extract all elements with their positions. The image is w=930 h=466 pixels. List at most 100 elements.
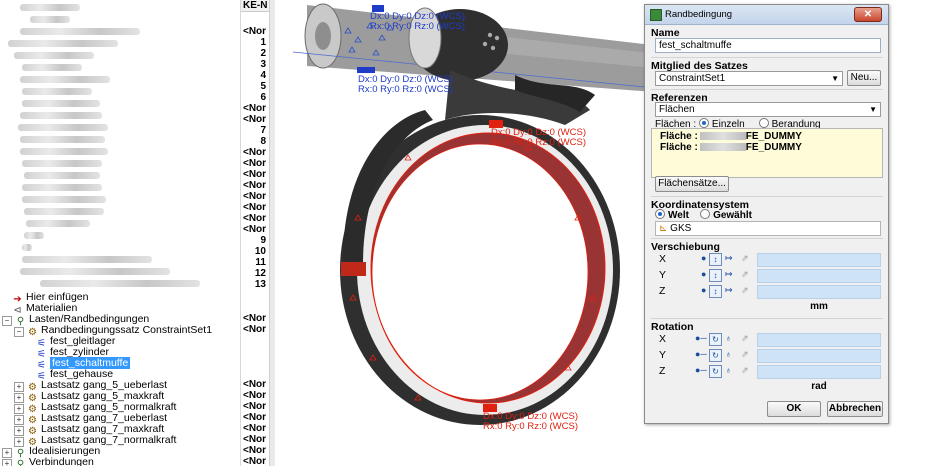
- translation-value-field[interactable]: [757, 269, 881, 283]
- column-cell: <Nor: [243, 434, 267, 445]
- translation-axis-label: Z: [659, 285, 666, 297]
- name-field[interactable]: fest_schaltmuffe: [655, 38, 881, 53]
- rotation-mode-indicator-icon: ●─: [695, 333, 707, 343]
- rotation-value-field[interactable]: [757, 349, 881, 363]
- constraint-label: Dx:0 Dy:0 Dz:0 (WCS) Rx:0 Ry:0 Rz:0 (WCS…: [358, 74, 454, 95]
- column-cell: 7: [260, 125, 266, 136]
- rotation-fixed-button[interactable]: ↻: [709, 333, 722, 346]
- constraint-label: Dx:0 Dy:0 Dz:0 (WCS) Rx:0 Ry:0 Rz:0 (WCS…: [483, 411, 579, 432]
- column-cell: <Nor: [243, 379, 267, 390]
- column-cell: 1: [260, 37, 266, 48]
- model-tree[interactable]: ➔ Hier einfügen ⊲ Materialien − ⚲ Lasten/Ran…: [0, 0, 240, 466]
- translation-prescribed-icon[interactable]: ⇗: [741, 269, 749, 280]
- collapse-icon[interactable]: −: [2, 316, 12, 326]
- constraint-set-select[interactable]: ConstraintSet1 ▼: [655, 71, 843, 86]
- translation-value-field[interactable]: [757, 253, 881, 267]
- rotation-axis-label: X: [659, 333, 667, 345]
- coord-system-field[interactable]: ⊾ GKS: [655, 221, 881, 236]
- translation-mode-indicator-icon: ●: [701, 253, 707, 263]
- collapse-icon[interactable]: −: [14, 327, 24, 337]
- feature-number-column: KE-N <Nor 1 2 3 4 5 6 <Nor <Nor 7 8 <Nor <Nor <Nor <No…: [240, 0, 271, 466]
- coord-mode-row: Welt Gewählt: [655, 209, 752, 221]
- dialog-titlebar[interactable]: Randbedingung ✕: [645, 5, 888, 25]
- column-cell: <Nor: [243, 423, 267, 434]
- expand-icon[interactable]: +: [2, 459, 12, 466]
- translation-unit: mm: [810, 301, 828, 312]
- translation-prescribed-icon[interactable]: ⇗: [741, 285, 749, 296]
- column-cell: <Nor: [243, 202, 267, 213]
- column-cell: <Nor: [243, 412, 267, 423]
- constraint-label: Dx:0 Dy:0 Dz:0 (WCS) Rx:0 Ry:0 Rz:0 (WCS…: [370, 11, 466, 32]
- column-cell: 11: [255, 257, 266, 268]
- cancel-button[interactable]: Abbrechen: [827, 401, 883, 417]
- radio-selected[interactable]: [700, 209, 711, 219]
- new-set-button[interactable]: Neu...: [847, 70, 881, 86]
- column-cell: <Nor: [243, 445, 267, 456]
- rotation-free-icon[interactable]: ♁: [725, 349, 732, 359]
- constraint-label: Dx:0 Dy:0 Dz:0 (WCS) Rx:0 Ry:0 Rz:0 (WCS…: [491, 127, 587, 148]
- rotation-value-field[interactable]: [757, 333, 881, 347]
- dialog-title: Randbedingung: [665, 9, 733, 20]
- face-list-item[interactable]: Fläche : FE_DUMMY: [660, 131, 802, 142]
- rotation-prescribed-icon[interactable]: ⇗: [741, 333, 749, 344]
- column-cell: 4: [260, 70, 266, 81]
- name-section-label: Name: [651, 27, 680, 39]
- column-cell: 13: [254, 279, 266, 290]
- rotation-prescribed-icon[interactable]: ⇗: [741, 349, 749, 360]
- translation-fixed-button[interactable]: ↕: [709, 269, 722, 282]
- rotation-axis-label: Z: [659, 365, 666, 377]
- translation-fixed-button[interactable]: ↕: [709, 253, 722, 266]
- translation-prescribed-icon[interactable]: ⇗: [741, 253, 749, 264]
- rotation-mode-indicator-icon: ●─: [695, 365, 707, 375]
- constraint-marker: [357, 67, 375, 73]
- rotation-free-icon[interactable]: ♁: [725, 333, 732, 343]
- radio-world[interactable]: [655, 209, 665, 219]
- translation-section-label: Verschiebung: [651, 238, 883, 253]
- face-list[interactable]: Fläche : FE_DUMMY Fläche : FE_DUMMY: [651, 128, 883, 178]
- column-cell: 8: [260, 136, 266, 147]
- ring-cut-face: [341, 262, 366, 276]
- rotation-fixed-button[interactable]: ↻: [709, 365, 722, 378]
- column-cell: <Nor: [243, 169, 267, 180]
- column-cell: <Nor: [243, 390, 267, 401]
- shaft-end-hole: [315, 22, 331, 50]
- tree-item-label: Verbindungen: [29, 456, 94, 466]
- column-cell: <Nor: [243, 158, 267, 169]
- close-button[interactable]: ✕: [854, 7, 882, 22]
- column-cell: <Nor: [243, 26, 267, 37]
- ok-button[interactable]: OK: [767, 401, 821, 417]
- column-cell: 12: [254, 268, 266, 279]
- radio-boundary[interactable]: [758, 118, 769, 128]
- face-sets-button[interactable]: Flächensätze...: [655, 176, 729, 192]
- column-cell: <Nor: [243, 213, 267, 224]
- column-cell: 3: [260, 59, 266, 70]
- tree-item-connections[interactable]: + ⚲ Verbindungen: [2, 456, 94, 466]
- references-select[interactable]: Flächen ▼: [655, 102, 881, 117]
- connection-icon: ⚲: [16, 459, 25, 466]
- rotation-fixed-button[interactable]: ↻: [709, 349, 722, 362]
- translation-value-field[interactable]: [757, 285, 881, 299]
- chevron-down-icon: ▼: [869, 105, 877, 114]
- translation-fixed-button[interactable]: ↕: [709, 285, 722, 298]
- translation-free-icon[interactable]: ↦: [725, 269, 733, 280]
- rotation-free-icon[interactable]: ♁: [725, 365, 732, 375]
- column-cell: 5: [260, 81, 266, 92]
- column-cell: 2: [260, 48, 266, 59]
- column-cell: <Nor: [243, 147, 267, 158]
- column-cell: <Nor: [243, 401, 267, 412]
- translation-free-icon[interactable]: ↦: [725, 253, 733, 264]
- rotation-prescribed-icon[interactable]: ⇗: [741, 365, 749, 376]
- column-cell: <Nor: [243, 313, 267, 324]
- constraint-dialog: Randbedingung ✕ Name fest_schaltmuffe Mi…: [644, 4, 889, 424]
- translation-mode-indicator-icon: ●: [701, 285, 707, 295]
- coord-system-icon: ⊾: [659, 223, 668, 234]
- radio-single[interactable]: [698, 118, 709, 128]
- chevron-down-icon: ▼: [831, 74, 839, 83]
- face-list-item[interactable]: Fläche : FE_DUMMY: [660, 142, 802, 153]
- column-header[interactable]: KE-N: [241, 0, 271, 12]
- rotation-mode-indicator-icon: ●─: [695, 349, 707, 359]
- translation-mode-indicator-icon: ●: [701, 269, 707, 279]
- translation-free-icon[interactable]: ↦: [725, 285, 733, 296]
- rotation-value-field[interactable]: [757, 365, 881, 379]
- translation-axis-label: Y: [659, 269, 667, 281]
